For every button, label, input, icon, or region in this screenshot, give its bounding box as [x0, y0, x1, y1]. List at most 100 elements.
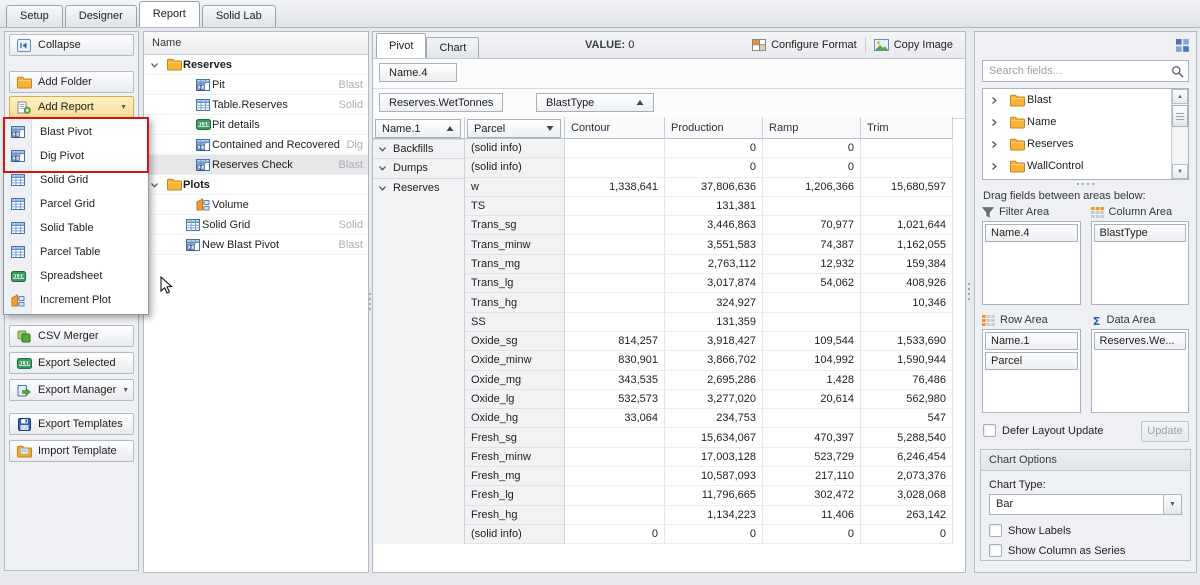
row-group-cell[interactable]: Backfills [373, 139, 465, 158]
table-row: Fresh_mg10,587,093217,1102,073,376 [373, 467, 953, 486]
chevron-down-icon[interactable] [378, 164, 387, 172]
pivot-table-icon: Σ [184, 239, 202, 251]
import-template-button[interactable]: Import Template [9, 440, 134, 462]
svg-text:Σ: Σ [199, 163, 203, 171]
tree-item-contained-and-recovered[interactable]: ΣContained and RecoveredDig [144, 135, 368, 155]
field-item-wallcontrol[interactable]: WallControl [983, 155, 1172, 177]
pivot-tab-pivot[interactable]: Pivot [376, 33, 426, 58]
tree-item-solid-grid[interactable]: Solid GridSolid [144, 215, 368, 235]
menu-item-label: Parcel Table [40, 246, 100, 258]
show-column-as-series-checkbox[interactable] [989, 544, 1002, 557]
column-header-parcel[interactable]: Parcel [465, 117, 565, 139]
search-icon[interactable] [1166, 65, 1188, 78]
svg-text:Σ: Σ [199, 83, 203, 91]
row-group-cell [373, 467, 465, 486]
menu-item-increment-plot[interactable]: Increment Plot [4, 288, 148, 312]
filter-field-chip[interactable]: Name.4 [379, 63, 457, 82]
header-field-chip[interactable]: Name.1 [375, 119, 461, 138]
menu-item-dig-pivot[interactable]: ΣDig Pivot [4, 144, 148, 168]
export-manager-button[interactable]: Export Manager▼ [9, 379, 134, 401]
filter-area-box[interactable]: Name.4 [982, 221, 1081, 305]
menu-item-spreadsheet[interactable]: XLSXSpreadsheet [4, 264, 148, 288]
folder-icon [1007, 138, 1027, 151]
chevron-down-icon[interactable] [378, 145, 387, 153]
column-area-box[interactable]: BlastType [1091, 221, 1190, 305]
value-cell: 302,472 [763, 486, 861, 505]
row-group-cell [373, 525, 465, 544]
menu-item-label: Solid Table [40, 222, 94, 234]
tree-item-pit[interactable]: ΣPitBlast [144, 75, 368, 95]
column-header-trim[interactable]: Trim [861, 117, 953, 139]
defer-layout-update-checkbox[interactable] [983, 424, 996, 437]
data-area-box[interactable]: Reserves.We... [1091, 329, 1190, 413]
column-header-name-1[interactable]: Name.1 [373, 117, 465, 139]
area-field-chip-parcel[interactable]: Parcel [985, 352, 1078, 370]
tree-item-reserves[interactable]: Reserves [144, 55, 368, 75]
menu-item-solid-table[interactable]: Solid Table [4, 216, 148, 240]
column-field-chip[interactable]: BlastType [536, 93, 654, 112]
tree-item-pit-details[interactable]: XLSXPit details [144, 115, 368, 135]
chevron-down-icon[interactable] [150, 61, 159, 69]
tab-solid-lab[interactable]: Solid Lab [202, 5, 276, 27]
tree-item-plots[interactable]: Plots [144, 175, 368, 195]
chevron-right-icon[interactable] [990, 96, 998, 105]
show-labels-checkbox[interactable] [989, 524, 1002, 537]
tree-item-label: Table.Reserves [212, 99, 288, 111]
pivot-fields-splitter[interactable] [967, 283, 971, 300]
tree-column-header[interactable]: Name [144, 32, 368, 55]
update-button[interactable]: Update [1141, 421, 1189, 442]
area-field-chip-blasttype[interactable]: BlastType [1094, 224, 1187, 242]
tree-item-reserves-check[interactable]: ΣReserves CheckBlast [144, 155, 368, 175]
add-folder-button[interactable]: Add Folder [9, 71, 134, 93]
csv-merger-button[interactable]: CSV Merger [9, 325, 134, 347]
column-header-ramp[interactable]: Ramp [763, 117, 861, 139]
chart-type-select[interactable]: Bar ▼ [989, 494, 1182, 515]
collapse-button[interactable]: Collapse [9, 34, 134, 56]
data-field-chip[interactable]: Reserves.WetTonnes [379, 93, 503, 112]
header-field-chip[interactable]: Parcel [467, 119, 561, 138]
configure-format-button[interactable]: Configure Format [744, 34, 865, 56]
tab-setup[interactable]: Setup [6, 5, 63, 27]
scrollbar-thumb[interactable] [1172, 105, 1188, 127]
tree-item-volume[interactable]: Volume [144, 195, 368, 215]
field-list-scrollbar[interactable]: ▲ ▼ [1171, 89, 1188, 179]
scroll-up-button[interactable]: ▲ [1172, 89, 1188, 104]
menu-item-parcel-table[interactable]: Parcel Table [4, 240, 148, 264]
tab-report[interactable]: Report [139, 1, 200, 27]
field-item-reserves[interactable]: Reserves [983, 133, 1172, 155]
fields-areas-splitter[interactable] [975, 183, 1196, 185]
copy-image-button[interactable]: Copy Image [866, 34, 961, 56]
field-item-name[interactable]: Name [983, 111, 1172, 133]
tab-designer[interactable]: Designer [65, 5, 137, 27]
row-group-cell[interactable]: Dumps [373, 158, 465, 177]
search-input[interactable] [983, 65, 1166, 77]
add-report-button[interactable]: Add Report ▼ [9, 96, 134, 118]
tree-item-label: Pit [212, 79, 225, 91]
chevron-right-icon[interactable] [990, 140, 998, 149]
area-field-chip-reserves-we-[interactable]: Reserves.We... [1094, 332, 1187, 350]
column-header-production[interactable]: Production [665, 117, 763, 139]
field-item-blast[interactable]: Blast [983, 89, 1172, 111]
column-header-contour[interactable]: Contour [565, 117, 665, 139]
scroll-down-button[interactable]: ▼ [1172, 164, 1188, 179]
chevron-down-icon[interactable] [378, 184, 387, 192]
chevron-down-icon[interactable] [150, 181, 159, 189]
chevron-right-icon[interactable] [990, 118, 998, 127]
menu-item-solid-grid[interactable]: Solid Grid [4, 168, 148, 192]
tree-item-new-blast-pivot[interactable]: ΣNew Blast PivotBlast [144, 235, 368, 255]
row-header-cell: Fresh_minw [465, 448, 565, 467]
row-area-box[interactable]: Name.1 Parcel [982, 329, 1081, 413]
export-templates-button[interactable]: Export Templates [9, 413, 134, 435]
row-group-cell[interactable]: Reserves [373, 178, 465, 197]
export-selected-button[interactable]: XLSXExport Selected [9, 352, 134, 374]
row-group-cell [373, 255, 465, 274]
menu-item-blast-pivot[interactable]: ΣBlast Pivot [4, 120, 148, 144]
menu-item-parcel-grid[interactable]: Parcel Grid [4, 192, 148, 216]
chevron-right-icon[interactable] [990, 162, 998, 171]
area-field-chip-name-4[interactable]: Name.4 [985, 224, 1078, 242]
pivot-tab-chart[interactable]: Chart [426, 37, 479, 58]
layout-grid-icon[interactable] [1175, 38, 1190, 53]
tree-item-table-reserves[interactable]: Table.ReservesSolid [144, 95, 368, 115]
area-field-chip-name-1[interactable]: Name.1 [985, 332, 1078, 350]
tree-pivot-splitter[interactable] [368, 293, 372, 310]
